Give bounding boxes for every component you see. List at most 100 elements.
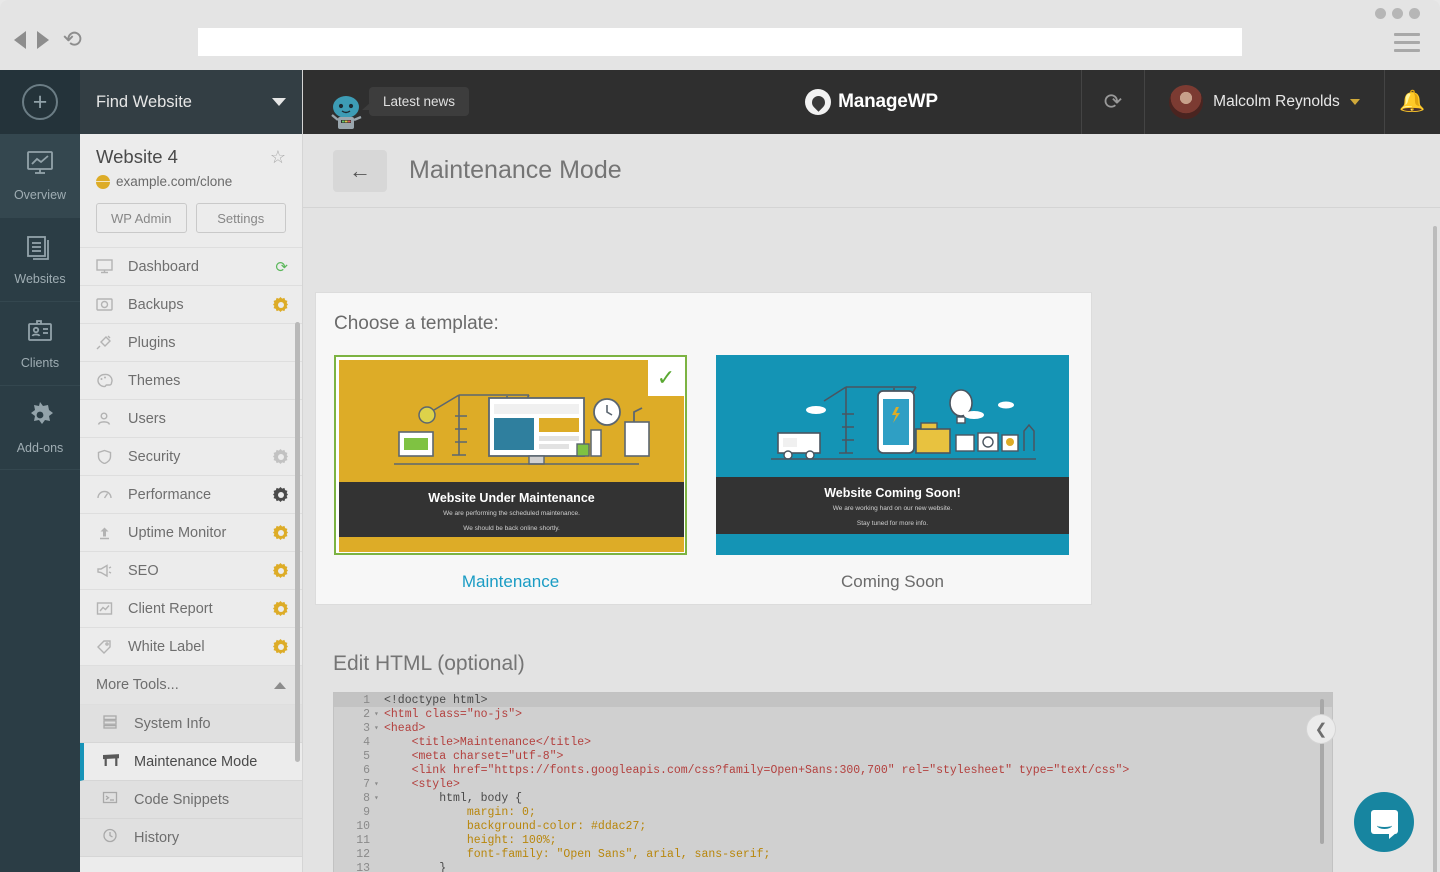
chevron-left-icon[interactable]: ❮ xyxy=(1306,714,1336,744)
sidebar-item-performance[interactable]: Performance xyxy=(80,475,302,513)
add-website-button[interactable]: + xyxy=(0,70,80,134)
gear-badge-icon[interactable] xyxy=(273,297,288,312)
fold-toggle-icon[interactable]: ▾ xyxy=(374,793,384,803)
find-website-label: Find Website xyxy=(96,93,192,112)
code-line[interactable]: 13 } xyxy=(334,861,1332,872)
code-line[interactable]: 12 font-family: "Open Sans", arial, sans… xyxy=(334,847,1332,861)
code-line[interactable]: 2▾<html class="no-js"> xyxy=(334,707,1332,721)
line-number: 12 xyxy=(334,848,374,861)
sidebar-item-system-info[interactable]: System Info xyxy=(80,705,302,743)
sidebar-item-plugins[interactable]: Plugins xyxy=(80,323,302,361)
gear-badge-icon[interactable] xyxy=(273,563,288,578)
code-line[interactable]: 9 margin: 0; xyxy=(334,805,1332,819)
sidebar-item-code-snippets[interactable]: Code Snippets xyxy=(80,781,302,819)
sidebar-item-maintenance-mode[interactable]: Maintenance Mode xyxy=(80,743,302,781)
code-text: <title>Maintenance</title> xyxy=(384,736,591,749)
hamburger-icon[interactable] xyxy=(1394,33,1420,57)
code-line[interactable]: 6 <link href="https://fonts.googleapis.c… xyxy=(334,763,1332,777)
code-line[interactable]: 7▾ <style> xyxy=(334,777,1332,791)
sidebar-item-dashboard[interactable]: Dashboard ⟳ xyxy=(80,247,302,285)
sync-icon[interactable]: ⟳ xyxy=(275,258,288,276)
sidebar-item-themes[interactable]: Themes xyxy=(80,361,302,399)
sidebar-item-label: Code Snippets xyxy=(134,792,229,808)
check-icon: ✓ xyxy=(648,360,684,396)
sidebar-item-client-report[interactable]: Client Report xyxy=(80,589,302,627)
code-line[interactable]: 4 <title>Maintenance</title> xyxy=(334,735,1332,749)
robot-mascot-icon[interactable] xyxy=(323,92,369,134)
rail-item-websites[interactable]: Websites xyxy=(0,218,80,302)
sidebar-item-white-label[interactable]: White Label xyxy=(80,627,302,665)
gear-badge-icon[interactable] xyxy=(273,525,288,540)
code-text: margin: 0; xyxy=(384,806,536,819)
back-button[interactable]: ← xyxy=(333,150,387,192)
gear-badge-icon[interactable] xyxy=(273,601,288,616)
sidebar-item-uptime-monitor[interactable]: Uptime Monitor xyxy=(80,513,302,551)
reload-icon[interactable]: ⟳ xyxy=(63,28,82,51)
code-text: background-color: #ddac27; xyxy=(384,820,646,833)
line-number: 10 xyxy=(334,820,374,833)
code-text: <!doctype html> xyxy=(384,694,488,707)
fold-toggle-icon[interactable]: ▾ xyxy=(374,723,384,733)
window-dot[interactable] xyxy=(1392,8,1403,19)
plus-icon[interactable]: + xyxy=(22,84,58,120)
window-dot[interactable] xyxy=(1409,8,1420,19)
sidebar-item-label: Client Report xyxy=(128,601,261,617)
template-card-maintenance[interactable]: ✓ xyxy=(334,355,687,592)
fold-toggle-icon[interactable]: ▾ xyxy=(374,709,384,719)
line-number: 11 xyxy=(334,834,374,847)
code-line[interactable]: 1<!doctype html> xyxy=(334,693,1332,707)
sidebar-item-security[interactable]: Security xyxy=(80,437,302,475)
gear-badge-icon[interactable] xyxy=(273,639,288,654)
sidebar-item-seo[interactable]: SEO xyxy=(80,551,302,589)
sidebar-item-backups[interactable]: Backups xyxy=(80,285,302,323)
chat-bubble-icon[interactable] xyxy=(1354,792,1414,852)
code-line[interactable]: 10 background-color: #ddac27; xyxy=(334,819,1332,833)
template-card-coming-soon[interactable]: Website Coming Soon! We are working hard… xyxy=(716,355,1069,592)
window-dot[interactable] xyxy=(1375,8,1386,19)
url-input[interactable] xyxy=(198,28,1242,56)
find-website-dropdown[interactable]: Find Website xyxy=(80,70,302,134)
site-summary: Website 4 ☆ example.com/clone WP Admin S… xyxy=(80,134,302,233)
code-text: <meta charset="utf-8"> xyxy=(384,750,563,763)
rail-item-overview[interactable]: Overview xyxy=(0,134,80,218)
rail-item-addons[interactable]: Add-ons xyxy=(0,386,80,470)
code-line[interactable]: 11 height: 100%; xyxy=(334,833,1332,847)
rail-item-clients[interactable]: Clients xyxy=(0,302,80,386)
wp-admin-button[interactable]: WP Admin xyxy=(96,203,187,233)
html-code-editor[interactable]: 1<!doctype html>2▾<html class="no-js">3▾… xyxy=(333,692,1333,872)
tag-icon xyxy=(96,639,116,654)
code-line[interactable]: 8▾ html, body { xyxy=(334,791,1332,805)
sync-icon[interactable]: ⟳ xyxy=(1081,70,1145,134)
site-url: example.com/clone xyxy=(116,174,232,189)
gear-badge-icon[interactable] xyxy=(273,487,288,502)
star-outline-icon[interactable]: ☆ xyxy=(270,147,286,168)
code-line[interactable]: 3▾<head> xyxy=(334,721,1332,735)
latest-news-bubble[interactable]: Latest news xyxy=(369,87,469,116)
sidebar-item-label: Performance xyxy=(128,487,261,503)
template-line2: Stay tuned for more info. xyxy=(716,518,1069,530)
more-tools-toggle[interactable]: More Tools... xyxy=(80,665,302,705)
template-frame: Website Coming Soon! We are working hard… xyxy=(716,355,1069,555)
sidebar-scrollbar[interactable] xyxy=(295,322,300,762)
main-scrollbar[interactable] xyxy=(1433,226,1437,872)
settings-button[interactable]: Settings xyxy=(196,203,287,233)
sidebar-item-label: Plugins xyxy=(128,335,288,351)
code-text: <html class="no-js"> xyxy=(384,708,522,721)
code-line[interactable]: 5 <meta charset="utf-8"> xyxy=(334,749,1332,763)
puzzle-star-icon xyxy=(26,401,54,434)
window-controls[interactable] xyxy=(1375,8,1420,19)
line-number: 13 xyxy=(334,862,374,872)
back-icon[interactable] xyxy=(14,31,26,49)
browser-nav-buttons: ⟳ xyxy=(14,28,82,51)
id-card-icon xyxy=(26,318,54,349)
forward-icon[interactable] xyxy=(37,31,49,49)
user-menu[interactable]: Malcolm Reynolds xyxy=(1145,70,1385,134)
site-url-row: example.com/clone xyxy=(96,174,286,189)
sidebar-item-history[interactable]: History xyxy=(80,819,302,857)
template-footer: Website Under Maintenance We are perform… xyxy=(339,482,684,537)
fold-toggle-icon[interactable]: ▾ xyxy=(374,779,384,789)
gear-badge-icon[interactable] xyxy=(273,449,288,464)
bell-icon[interactable]: 🔔 xyxy=(1385,70,1440,134)
construction-crane-desktop-icon xyxy=(339,360,684,482)
sidebar-item-users[interactable]: Users xyxy=(80,399,302,437)
